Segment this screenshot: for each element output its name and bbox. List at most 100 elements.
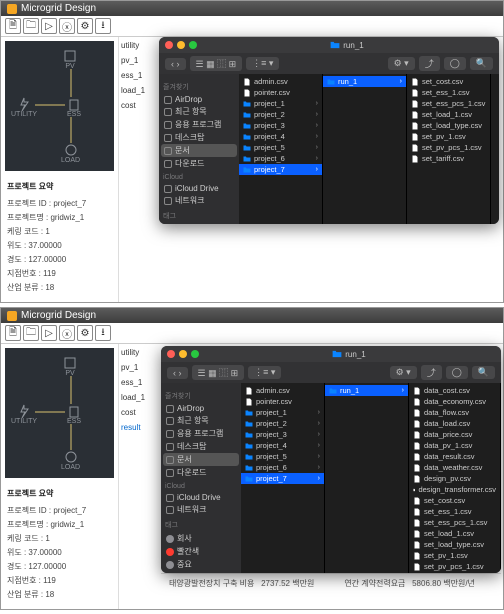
view-mode-buttons[interactable]: ☰ ▦ ⿲ ⊞ bbox=[190, 56, 243, 71]
play-button[interactable]: ▷ bbox=[41, 325, 57, 341]
file-item[interactable]: set_ess_pcs_1.csv bbox=[407, 98, 490, 109]
sidebar-item[interactable]: 데스크탑 bbox=[161, 131, 237, 144]
file-item[interactable]: admin.csv bbox=[239, 76, 322, 87]
category-item[interactable]: cost bbox=[121, 101, 157, 110]
sidebar-item[interactable]: 빨간색 bbox=[163, 545, 239, 558]
folder-item[interactable]: project_4› bbox=[239, 131, 322, 142]
file-item[interactable]: set_pv_pcs_1.csv bbox=[407, 142, 490, 153]
folder-item[interactable]: project_1› bbox=[241, 407, 324, 418]
category-item[interactable]: utility bbox=[121, 41, 157, 50]
file-item[interactable]: set_ess_1.csv bbox=[409, 506, 500, 517]
file-button[interactable]: 🗎 bbox=[5, 18, 21, 34]
category-item[interactable]: result bbox=[121, 423, 157, 432]
sidebar-item[interactable]: 최근 항목 bbox=[163, 414, 239, 427]
sidebar-item[interactable]: 최근 항목 bbox=[161, 105, 237, 118]
maximize-icon[interactable] bbox=[189, 41, 197, 49]
minimize-icon[interactable] bbox=[179, 350, 187, 358]
file-item[interactable]: set_load_type.csv bbox=[409, 539, 500, 550]
sidebar-item[interactable]: 회사 bbox=[161, 223, 237, 224]
close-icon[interactable] bbox=[165, 41, 173, 49]
folder-item[interactable]: project_7› bbox=[239, 164, 322, 175]
file-item[interactable]: set_ess_pcs_1.csv bbox=[409, 517, 500, 528]
share-button[interactable]: ⤴ bbox=[419, 56, 440, 71]
file-item[interactable]: admin.csv bbox=[241, 385, 324, 396]
file-item[interactable]: data_pv_1.csv bbox=[409, 440, 500, 451]
category-item[interactable]: load_1 bbox=[121, 86, 157, 95]
file-item[interactable]: set_load_1.csv bbox=[409, 528, 500, 539]
folder-button[interactable]: 🗀 bbox=[23, 325, 39, 341]
nav-back-forward[interactable]: ‹ › bbox=[167, 367, 188, 379]
sidebar-item[interactable]: 데스크탑 bbox=[163, 440, 239, 453]
file-item[interactable]: design_transformer.csv bbox=[409, 484, 500, 495]
folder-item[interactable]: project_3› bbox=[239, 120, 322, 131]
search-button[interactable]: 🔍 bbox=[470, 57, 493, 70]
category-item[interactable]: ess_1 bbox=[121, 71, 157, 80]
folder-button[interactable]: 🗀 bbox=[23, 18, 39, 34]
file-item[interactable]: data_result.csv bbox=[409, 451, 500, 462]
file-item[interactable]: set_ess_1.csv bbox=[407, 87, 490, 98]
sidebar-item[interactable]: 회사 bbox=[163, 532, 239, 545]
sidebar-item[interactable]: AirDrop bbox=[161, 94, 237, 105]
file-item[interactable]: pointer.csv bbox=[241, 396, 324, 407]
category-item[interactable]: pv_1 bbox=[121, 363, 157, 372]
sidebar-item[interactable]: 다운로드 bbox=[163, 466, 239, 479]
file-item[interactable]: set_tariff.csv bbox=[407, 153, 490, 164]
tag-button[interactable]: ◯ bbox=[444, 57, 466, 70]
file-item[interactable]: set_load_1.csv bbox=[407, 109, 490, 120]
sidebar-item[interactable]: 문서 bbox=[163, 453, 239, 466]
download-button[interactable]: ⭳ bbox=[95, 325, 111, 341]
maximize-icon[interactable] bbox=[191, 350, 199, 358]
file-item[interactable]: set_load_type.csv bbox=[407, 120, 490, 131]
file-item[interactable]: data_price.csv bbox=[409, 429, 500, 440]
folder-item[interactable]: project_2› bbox=[239, 109, 322, 120]
file-item[interactable]: set_cost.csv bbox=[407, 76, 490, 87]
sidebar-item[interactable]: 네트워크 bbox=[163, 503, 239, 516]
folder-item[interactable]: project_6› bbox=[239, 153, 322, 164]
folder-item[interactable]: project_6› bbox=[241, 462, 324, 473]
category-item[interactable]: ess_1 bbox=[121, 378, 157, 387]
close-button[interactable]: ⓧ bbox=[59, 325, 75, 341]
folder-item[interactable]: project_3› bbox=[241, 429, 324, 440]
play-button[interactable]: ▷ bbox=[41, 18, 57, 34]
close-icon[interactable] bbox=[167, 350, 175, 358]
file-item[interactable]: set_tariff.csv bbox=[409, 572, 500, 573]
nav-back-forward[interactable]: ‹ › bbox=[165, 58, 186, 70]
category-item[interactable]: load_1 bbox=[121, 393, 157, 402]
category-item[interactable]: cost bbox=[121, 408, 157, 417]
action-button[interactable]: ⚙ ▾ bbox=[390, 366, 417, 379]
settings-button[interactable]: ⚙ bbox=[77, 18, 93, 34]
file-item[interactable]: set_cost.csv bbox=[409, 495, 500, 506]
view-mode-buttons[interactable]: ☰ ▦ ⿲ ⊞ bbox=[192, 365, 245, 380]
sidebar-item[interactable]: 응용 프로그램 bbox=[163, 427, 239, 440]
close-button[interactable]: ⓧ bbox=[59, 18, 75, 34]
sidebar-item[interactable]: iCloud Drive bbox=[163, 492, 239, 503]
folder-item[interactable]: project_2› bbox=[241, 418, 324, 429]
folder-item[interactable]: run_1› bbox=[325, 385, 408, 396]
search-button[interactable]: 🔍 bbox=[472, 366, 495, 379]
file-item[interactable]: pointer.csv bbox=[239, 87, 322, 98]
sidebar-item[interactable]: 네트워크 bbox=[161, 194, 237, 207]
settings-button[interactable]: ⚙ bbox=[77, 325, 93, 341]
file-item[interactable]: data_weather.csv bbox=[409, 462, 500, 473]
folder-item[interactable]: project_4› bbox=[241, 440, 324, 451]
category-item[interactable]: utility bbox=[121, 348, 157, 357]
minimize-icon[interactable] bbox=[177, 41, 185, 49]
sidebar-item[interactable]: 다운로드 bbox=[161, 157, 237, 170]
file-item[interactable]: design_pv.csv bbox=[409, 473, 500, 484]
file-item[interactable]: set_pv_1.csv bbox=[407, 131, 490, 142]
category-item[interactable]: pv_1 bbox=[121, 56, 157, 65]
sidebar-item[interactable]: iCloud Drive bbox=[161, 183, 237, 194]
folder-item[interactable]: run_1› bbox=[323, 76, 406, 87]
tag-button[interactable]: ◯ bbox=[446, 366, 468, 379]
file-item[interactable]: data_economy.csv bbox=[409, 396, 500, 407]
file-item[interactable]: data_load.csv bbox=[409, 418, 500, 429]
group-dropdown[interactable]: ⋮≡ ▾ bbox=[246, 57, 279, 70]
sidebar-item[interactable]: AirDrop bbox=[163, 403, 239, 414]
file-item[interactable]: set_pv_pcs_1.csv bbox=[409, 561, 500, 572]
file-item[interactable]: data_cost.csv bbox=[409, 385, 500, 396]
folder-item[interactable]: project_5› bbox=[239, 142, 322, 153]
sidebar-item[interactable]: 문서 bbox=[161, 144, 237, 157]
folder-item[interactable]: project_1› bbox=[239, 98, 322, 109]
folder-item[interactable]: project_5› bbox=[241, 451, 324, 462]
share-button[interactable]: ⤴ bbox=[421, 365, 442, 380]
